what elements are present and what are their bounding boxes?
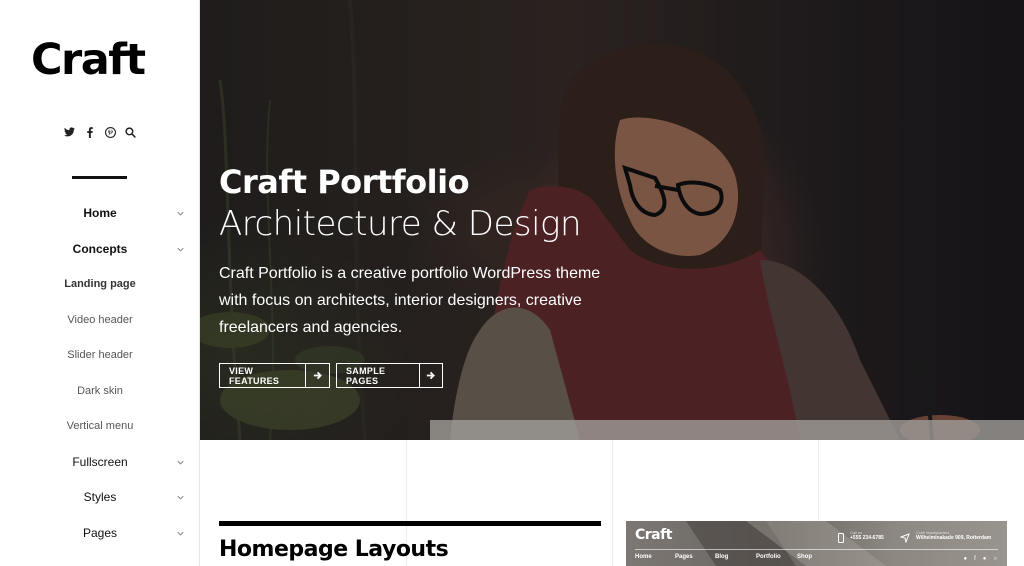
menu-item-label: Vertical menu (66, 420, 134, 432)
main-menu: Home Concepts Landing page Video header … (0, 196, 200, 551)
pinterest-icon: ● (982, 556, 987, 562)
sample-pages-label: SAMPLE PAGES (346, 365, 386, 386)
preview-phone: Call us +555 234-6785 (838, 530, 884, 548)
view-features-button[interactable]: VIEW FEATURES (219, 363, 330, 388)
preview-phone-number: +555 234-6785 (850, 535, 884, 541)
preview-address-value: Wilhelminakade 909, Rotterdam (916, 535, 992, 541)
hero-subtitle: Architecture & Design (219, 204, 582, 244)
menu-item-label: Pages (82, 525, 118, 540)
view-features-label: VIEW FEATURES (229, 365, 280, 386)
chevron-down-icon[interactable] (177, 480, 184, 516)
menu-item-video-header[interactable]: Video header (0, 303, 200, 339)
menu-item-pages[interactable]: Pages (0, 516, 200, 552)
sample-pages-button[interactable]: SAMPLE PAGES (336, 363, 443, 388)
chevron-down-icon[interactable] (177, 196, 184, 232)
chevron-down-icon[interactable] (177, 445, 184, 481)
menu-item-label: Home (83, 206, 117, 220)
menu-item-home[interactable]: Home (0, 196, 200, 232)
facebook-icon[interactable] (83, 125, 97, 139)
preview-nav: Home Pages Blog Portfolio Shop (635, 554, 827, 560)
menu-item-label: Dark skin (77, 384, 123, 397)
preview-nav-item: Shop (797, 554, 812, 560)
site-logo[interactable]: Craft (31, 35, 146, 85)
layout-preview-thumbnail[interactable]: Craft Call us +555 234-6785 Craft headqu… (626, 521, 1007, 566)
menu-item-label: Fullscreen (72, 454, 128, 469)
hero-title: Craft Portfolio (219, 163, 470, 201)
sidebar-divider (72, 176, 127, 179)
section-bar (219, 521, 601, 526)
arrow-right-icon (418, 364, 442, 387)
hero-section: Craft Portfolio Architecture & Design Cr… (200, 0, 1024, 440)
menu-item-concepts[interactable]: Concepts (0, 232, 200, 268)
menu-item-landing-page[interactable]: Landing page (0, 267, 200, 303)
preview-nav-item: Pages (675, 554, 693, 560)
search-icon: ○ (993, 556, 997, 562)
menu-item-label: Landing page (64, 278, 136, 290)
twitter-icon[interactable] (62, 125, 76, 139)
twitter-icon: ● (963, 556, 968, 562)
phone-icon (838, 530, 844, 548)
arrow-right-icon (305, 364, 329, 387)
preview-address: Craft headquarters Wilhelminakade 909, R… (899, 530, 992, 548)
menu-item-label: Styles (83, 490, 117, 504)
menu-item-label: Concepts (72, 241, 128, 256)
section-title: Homepage Layouts (219, 537, 449, 562)
social-links (62, 124, 138, 140)
menu-item-fullscreen[interactable]: Fullscreen (0, 445, 200, 481)
preview-nav-item: Portfolio (756, 554, 781, 560)
preview-nav-item: Home (635, 554, 652, 560)
menu-item-slider-header[interactable]: Slider header (0, 338, 200, 374)
search-icon[interactable] (124, 125, 138, 139)
menu-item-styles[interactable]: Styles (0, 480, 200, 516)
menu-item-label: Slider header (67, 349, 133, 361)
preview-divider (635, 549, 998, 550)
homepage-layouts-section: Homepage Layouts Craft Call us +555 234-… (200, 440, 1024, 566)
preview-social: ● f ● ○ (963, 556, 997, 562)
hero-description: Craft Portfolio is a creative portfolio … (219, 265, 601, 336)
chevron-down-icon[interactable] (177, 516, 184, 552)
menu-item-dark-skin[interactable]: Dark skin (0, 374, 200, 410)
grid-line (612, 440, 613, 566)
preview-logo: Craft (635, 527, 672, 543)
location-icon (899, 530, 910, 548)
preview-nav-item: Blog (715, 554, 729, 560)
sidebar: Craft Home Concepts Landing page Video h… (0, 0, 200, 566)
chevron-down-icon[interactable] (177, 232, 184, 268)
pinterest-icon[interactable] (103, 125, 117, 139)
menu-item-label: Video header (67, 313, 133, 326)
facebook-icon: f (974, 556, 976, 562)
menu-item-vertical-menu[interactable]: Vertical menu (0, 409, 200, 445)
